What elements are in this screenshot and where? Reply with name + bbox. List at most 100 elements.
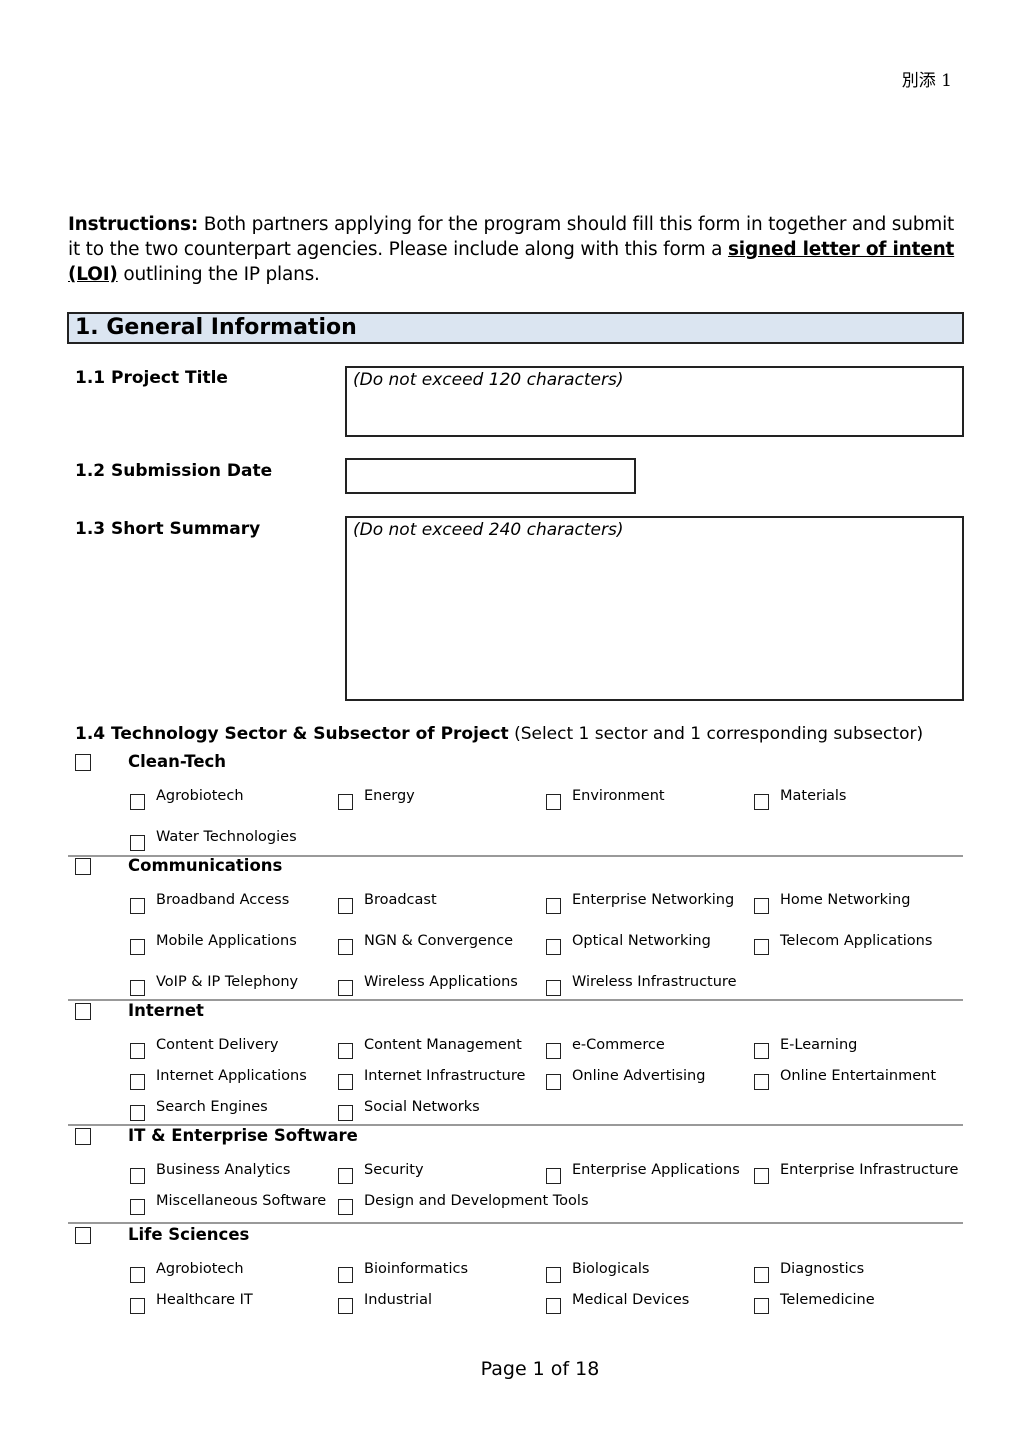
short-summary-field[interactable]: (Do not exceed 240 characters) (345, 516, 964, 701)
sector-name: Communications (128, 856, 283, 875)
sector-name: Life Sciences (128, 1225, 250, 1244)
subsector-checkbox[interactable] (754, 939, 769, 955)
subsector-label: Water Technologies (156, 829, 297, 845)
subsector-label: Materials (780, 788, 847, 804)
subsector-label: Diagnostics (780, 1261, 865, 1277)
subsector-label: Energy (364, 788, 415, 804)
subsector-label: Bioinformatics (364, 1261, 468, 1277)
subsector-checkbox[interactable] (338, 1199, 353, 1215)
subsector-checkbox[interactable] (754, 898, 769, 914)
subsector-label: Miscellaneous Software (156, 1193, 327, 1209)
subsector-label: Online Entertainment (780, 1068, 937, 1084)
subsector-label: Mobile Applications (156, 933, 297, 949)
subsector-checkbox[interactable] (130, 1105, 145, 1121)
subsector-label: Biologicals (572, 1261, 650, 1277)
subsector-checkbox[interactable] (338, 1043, 353, 1059)
instructions-text-end: outlining the IP plans. (117, 264, 320, 285)
sector-checkbox[interactable] (75, 1003, 91, 1020)
sector-checkbox[interactable] (75, 1227, 91, 1244)
instructions-lead: Instructions: (68, 214, 199, 235)
subsector-checkbox[interactable] (338, 1267, 353, 1283)
subsector-label: Telecom Applications (780, 933, 933, 949)
subsector-checkbox[interactable] (130, 1298, 145, 1314)
subsector-checkbox[interactable] (338, 1298, 353, 1314)
subsector-label: Enterprise Applications (572, 1162, 740, 1178)
subsector-label: NGN & Convergence (364, 933, 514, 949)
subsector-label: Online Advertising (572, 1068, 706, 1084)
subsector-label: Home Networking (780, 892, 911, 908)
subsector-checkbox[interactable] (338, 1074, 353, 1090)
subsector-checkbox[interactable] (546, 794, 561, 810)
subsector-label: Wireless Applications (364, 974, 518, 990)
sector-name: Clean-Tech (128, 752, 227, 771)
section-title: 1. General Information (75, 315, 357, 340)
subsector-label: Enterprise Infrastructure (780, 1162, 959, 1178)
subsector-checkbox[interactable] (754, 1267, 769, 1283)
section-header-general-information: 1. General Information (67, 312, 964, 344)
subsector-label: Environment (572, 788, 665, 804)
subsector-checkbox[interactable] (338, 1168, 353, 1184)
subsector-checkbox[interactable] (130, 1074, 145, 1090)
subsector-label: Agrobiotech (156, 1261, 244, 1277)
subsector-checkbox[interactable] (338, 980, 353, 996)
subsector-checkbox[interactable] (546, 1298, 561, 1314)
technology-note: (Select 1 sector and 1 corresponding sub… (508, 724, 924, 744)
sector-checkbox[interactable] (75, 1128, 91, 1145)
subsector-checkbox[interactable] (130, 898, 145, 914)
subsector-checkbox[interactable] (130, 980, 145, 996)
subsector-checkbox[interactable] (338, 898, 353, 914)
subsector-checkbox[interactable] (754, 1043, 769, 1059)
subsector-label: Content Management (364, 1037, 522, 1053)
subsector-checkbox[interactable] (130, 1043, 145, 1059)
subsector-label: Enterprise Networking (572, 892, 735, 908)
project-title-label: 1.1 Project Title (75, 368, 228, 388)
sector-name: IT & Enterprise Software (128, 1126, 358, 1145)
subsector-label: Broadcast (364, 892, 437, 908)
technology-heading: 1.4 Technology Sector & Subsector of Pro… (75, 724, 509, 744)
subsector-label: Social Networks (364, 1099, 480, 1115)
subsector-label: Telemedicine (780, 1292, 875, 1308)
submission-date-label: 1.2 Submission Date (75, 461, 273, 481)
subsector-label: Internet Applications (156, 1068, 307, 1084)
subsector-checkbox[interactable] (754, 1074, 769, 1090)
subsector-label: Content Delivery (156, 1037, 279, 1053)
subsector-label: Security (364, 1162, 424, 1178)
subsector-label: Wireless Infrastructure (572, 974, 737, 990)
subsector-label: Optical Networking (572, 933, 711, 949)
technology-sector-question: 1.4 Technology Sector & Subsector of Pro… (75, 724, 923, 744)
subsector-checkbox[interactable] (130, 794, 145, 810)
subsector-checkbox[interactable] (754, 1168, 769, 1184)
subsector-checkbox[interactable] (546, 980, 561, 996)
project-title-hint: (Do not exceed 120 characters) (353, 370, 624, 390)
sector-name: Internet (128, 1001, 204, 1020)
subsector-checkbox[interactable] (338, 939, 353, 955)
sector-checkbox[interactable] (75, 754, 91, 771)
subsector-checkbox[interactable] (130, 939, 145, 955)
project-title-field[interactable]: (Do not exceed 120 characters) (345, 366, 964, 437)
subsector-label: Broadband Access (156, 892, 290, 908)
submission-date-field[interactable] (345, 458, 636, 494)
subsector-checkbox[interactable] (546, 1168, 561, 1184)
sector-divider (68, 1222, 963, 1224)
subsector-checkbox[interactable] (338, 794, 353, 810)
subsector-checkbox[interactable] (546, 1074, 561, 1090)
subsector-label: VoIP & IP Telephony (156, 974, 299, 990)
subsector-checkbox[interactable] (754, 1298, 769, 1314)
instructions-paragraph: Instructions: Both partners applying for… (68, 212, 968, 287)
subsector-checkbox[interactable] (546, 939, 561, 955)
short-summary-hint: (Do not exceed 240 characters) (353, 520, 624, 540)
subsector-checkbox[interactable] (754, 794, 769, 810)
subsector-checkbox[interactable] (546, 898, 561, 914)
sector-checkbox[interactable] (75, 858, 91, 875)
subsector-label: Agrobiotech (156, 788, 244, 804)
subsector-checkbox[interactable] (546, 1043, 561, 1059)
subsector-checkbox[interactable] (546, 1267, 561, 1283)
subsector-label: e-Commerce (572, 1037, 665, 1053)
subsector-checkbox[interactable] (130, 1199, 145, 1215)
short-summary-label: 1.3 Short Summary (75, 519, 261, 539)
subsector-checkbox[interactable] (338, 1105, 353, 1121)
subsector-checkbox[interactable] (130, 1168, 145, 1184)
subsector-checkbox[interactable] (130, 835, 145, 851)
subsector-checkbox[interactable] (130, 1267, 145, 1283)
subsector-label: Medical Devices (572, 1292, 690, 1308)
